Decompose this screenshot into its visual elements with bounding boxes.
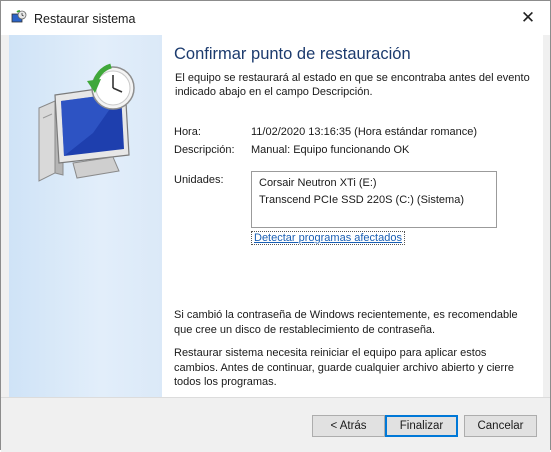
- drives-label: Unidades:: [174, 174, 224, 186]
- restart-note: Restaurar sistema necesita reiniciar el …: [174, 347, 514, 388]
- password-note: Si cambió la contraseña de Windows recie…: [174, 309, 518, 336]
- time-value: 11/02/2020 13:16:35 (Hora estándar roman…: [251, 126, 478, 138]
- content-panel: Confirmar punto de restauración El equip…: [162, 35, 543, 397]
- back-button[interactable]: < Atrás: [312, 415, 385, 437]
- intro-text: El equipo se restaurará al estado en que…: [175, 72, 530, 98]
- side-panel: [9, 35, 162, 397]
- system-restore-icon: [11, 10, 27, 26]
- window-title: Restaurar sistema: [34, 12, 136, 26]
- close-icon[interactable]: ✕: [506, 1, 550, 35]
- restore-dialog: Restaurar sistema ✕ Confirmar punto de r…: [0, 0, 551, 452]
- detect-programs-link[interactable]: Detectar programas afectados: [251, 231, 405, 245]
- finish-button[interactable]: Finalizar: [385, 415, 458, 437]
- button-bar: < Atrás Finalizar Cancelar: [1, 397, 550, 452]
- list-item[interactable]: Transcend PCIe SSD 220S (C:) (Sistema): [259, 194, 464, 206]
- description-value: Manual: Equipo funcionando OK: [251, 144, 410, 156]
- description-label: Descripción:: [174, 144, 235, 156]
- list-item[interactable]: Corsair Neutron XTi (E:): [259, 177, 377, 189]
- drives-list[interactable]: Corsair Neutron XTi (E:) Transcend PCIe …: [251, 171, 497, 228]
- cancel-button[interactable]: Cancelar: [464, 415, 537, 437]
- time-label: Hora:: [174, 126, 201, 138]
- title-bar: Restaurar sistema ✕: [1, 1, 550, 35]
- page-title: Confirmar punto de restauración: [174, 45, 411, 63]
- system-restore-illustration: [33, 63, 143, 193]
